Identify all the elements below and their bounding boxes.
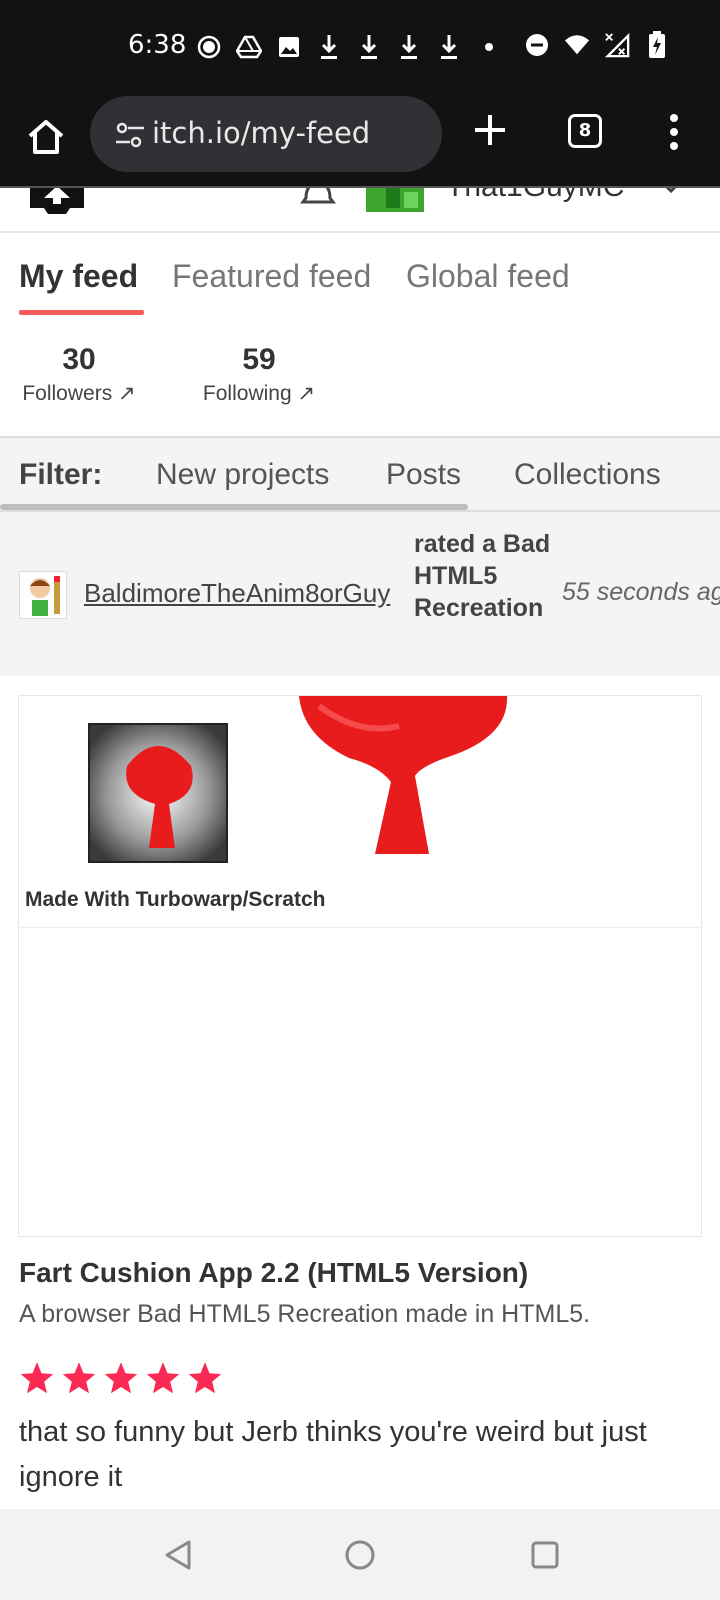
status-icons-right <box>524 31 670 58</box>
chevron-down-icon[interactable] <box>660 188 682 194</box>
download-icon <box>396 34 422 60</box>
star-icon <box>62 1362 96 1394</box>
star-icon <box>146 1362 180 1394</box>
review-comment: that so funny but Jerb thinks you're wei… <box>19 1416 647 1493</box>
browser-toolbar: itch.io/my-feed 8 <box>0 96 720 188</box>
event-action: rated a Bad HTML5 Recreation <box>414 530 551 622</box>
filter-bar: Filter: New projects Posts Collections <box>0 436 720 512</box>
site-settings-icon[interactable] <box>114 120 146 150</box>
drive-icon <box>236 34 262 60</box>
image-icon <box>276 34 302 60</box>
new-tab-button[interactable] <box>472 112 508 148</box>
download-icon <box>436 34 462 60</box>
url-text[interactable]: itch.io/my-feed <box>152 116 370 150</box>
home-icon <box>28 120 64 154</box>
home-nav-button[interactable] <box>336 1531 384 1579</box>
dnd-icon <box>524 32 550 58</box>
back-triangle-icon <box>165 1540 191 1570</box>
followers-count: 30 <box>62 343 96 376</box>
home-circle-icon <box>345 1540 375 1570</box>
event-user-link[interactable]: BaldimoreTheAnim8orGuy <box>84 578 390 609</box>
following-count: 59 <box>242 343 276 376</box>
download-icon <box>316 34 342 60</box>
record-icon <box>196 34 222 60</box>
following-stat[interactable]: 59 Following ↗ <box>198 343 320 406</box>
tab-my-feed[interactable]: My feed <box>19 258 138 295</box>
status-icons-left <box>196 34 502 60</box>
user-name[interactable]: That1GuyMC <box>446 188 624 204</box>
event-time: 55 seconds ago <box>562 578 720 606</box>
site-header: That1GuyMC <box>0 188 720 233</box>
status-time: 6:38 <box>128 30 187 60</box>
user-avatar[interactable] <box>366 188 424 212</box>
game-card[interactable]: Made With Turbowarp/Scratch <box>18 695 702 1237</box>
tab-global-feed[interactable]: Global feed <box>406 258 570 295</box>
feed-event: BaldimoreTheAnim8orGuy rated a Bad HTML5… <box>0 512 720 676</box>
signal-icon <box>604 32 630 58</box>
active-tab-indicator <box>19 310 144 315</box>
following-link[interactable]: Following ↗ <box>198 381 320 406</box>
avatar[interactable] <box>19 571 67 619</box>
star-rating <box>19 1360 223 1396</box>
battery-charging-icon <box>644 31 670 58</box>
dot-icon <box>476 34 502 60</box>
star-icon <box>20 1362 54 1394</box>
followers-link[interactable]: Followers ↗ <box>19 381 139 406</box>
star-icon <box>104 1362 138 1394</box>
back-button[interactable] <box>154 1531 202 1579</box>
wifi-icon <box>564 32 590 58</box>
filter-posts[interactable]: Posts <box>386 458 461 492</box>
browser-menu-button[interactable] <box>664 112 684 152</box>
game-title[interactable]: Fart Cushion App 2.2 (HTML5 Version) <box>19 1257 528 1289</box>
filter-new-projects[interactable]: New projects <box>156 458 329 492</box>
status-bar: 6:38 <box>0 0 720 96</box>
feed-tabs: My feed Featured feed Global feed <box>0 258 720 318</box>
star-icon <box>188 1362 222 1394</box>
followers-stat[interactable]: 30 Followers ↗ <box>19 343 139 406</box>
game-description: A browser Bad HTML5 Recreation made in H… <box>19 1300 591 1328</box>
recents-button[interactable] <box>521 1531 569 1579</box>
tab-switcher-button[interactable]: 8 <box>568 114 602 148</box>
plus-icon <box>475 115 505 145</box>
filter-scrollbar[interactable] <box>0 504 468 510</box>
download-icon <box>356 34 382 60</box>
notifications-bell-icon[interactable] <box>300 188 336 208</box>
tab-featured-feed[interactable]: Featured feed <box>172 258 371 295</box>
system-nav-bar <box>0 1509 720 1600</box>
itch-logo[interactable] <box>26 188 88 218</box>
filter-collections[interactable]: Collections <box>514 458 661 492</box>
address-bar[interactable]: itch.io/my-feed <box>90 96 442 172</box>
filter-label: Filter: <box>19 458 103 491</box>
more-vert-icon <box>670 114 678 150</box>
home-button[interactable] <box>24 114 68 158</box>
banner-caption: Made With Turbowarp/Scratch <box>25 888 326 911</box>
game-cover-image[interactable]: Made With Turbowarp/Scratch <box>19 696 701 928</box>
recents-square-icon <box>531 1541 559 1569</box>
